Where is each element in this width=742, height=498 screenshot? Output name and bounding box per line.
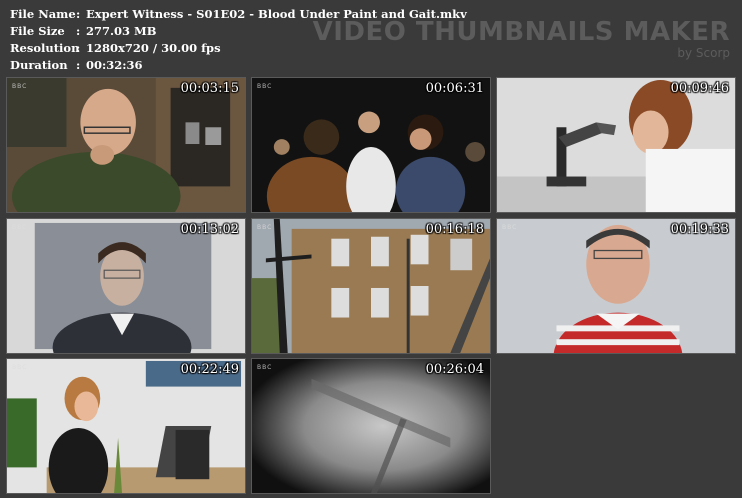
timestamp: 00:09:46	[670, 81, 729, 96]
timestamp: 00:19:33	[670, 222, 729, 237]
timestamp: 00:13:02	[180, 222, 239, 237]
info-separator: :	[76, 41, 81, 55]
scene-building	[252, 219, 490, 353]
thumbnail-7[interactable]: BBC 00:22:49	[6, 358, 246, 494]
info-separator: :	[76, 7, 81, 21]
timestamp: 00:26:04	[425, 362, 484, 377]
info-key: File Name	[10, 7, 76, 21]
info-key: Duration	[10, 58, 68, 72]
scene-mugshot	[497, 219, 735, 353]
channel-logo: BBC	[12, 364, 28, 371]
channel-logo: BBC	[502, 224, 518, 231]
timestamp: 00:16:18	[425, 222, 484, 237]
scene-microscope	[497, 78, 735, 212]
thumbnail-5[interactable]: BBC 00:16:18	[251, 218, 491, 354]
info-separator: :	[76, 24, 81, 38]
brand-subtitle: by Scorp	[677, 46, 730, 60]
thumbnail-1[interactable]: BBC 00:03:15	[6, 77, 246, 213]
info-key: Resolution	[10, 41, 80, 55]
thumbnail-4[interactable]: BBC 00:13:02	[6, 218, 246, 354]
thumbnail-8[interactable]: BBC 00:26:04	[251, 358, 491, 494]
channel-logo: BBC	[257, 224, 273, 231]
brand-watermark: VIDEO THUMBNAILS MAKER by Scorp	[313, 18, 730, 60]
thumbnail-2[interactable]: BBC 00:06:31	[251, 77, 491, 213]
channel-logo: BBC	[502, 83, 518, 90]
scene-crowd	[252, 78, 490, 212]
thumbnail-3[interactable]: BBC 00:09:46	[496, 77, 736, 213]
channel-logo: BBC	[12, 224, 28, 231]
channel-logo: BBC	[257, 83, 273, 90]
info-key: File Size	[10, 24, 65, 38]
scene-vignette	[252, 359, 490, 493]
info-value: 1280x720 / 30.00 fps	[86, 41, 221, 55]
info-value: 277.03 MB	[86, 24, 157, 38]
scene-man-thinking	[7, 78, 245, 212]
brand-title: VIDEO THUMBNAILS MAKER	[312, 17, 730, 47]
timestamp: 00:06:31	[425, 81, 484, 96]
timestamp: 00:22:49	[180, 362, 239, 377]
channel-logo: BBC	[12, 83, 28, 90]
info-value: 00:32:36	[86, 58, 143, 72]
timestamp: 00:03:15	[180, 81, 239, 96]
thumbnail-6[interactable]: BBC 00:19:33	[496, 218, 736, 354]
scene-woman-laptop	[7, 359, 245, 493]
scene-portrait-photo	[7, 219, 245, 353]
info-separator: :	[76, 58, 81, 72]
channel-logo: BBC	[257, 364, 273, 371]
